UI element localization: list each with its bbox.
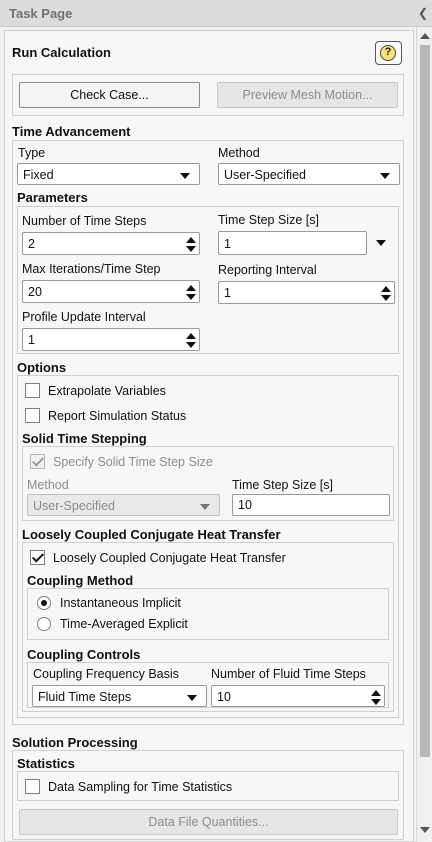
- scroll-up-icon[interactable]: [420, 33, 430, 39]
- type-select-value: Fixed: [23, 168, 54, 182]
- time-advancement-title: Time Advancement: [12, 124, 131, 139]
- data-sampling-label: Data Sampling for Time Statistics: [48, 780, 233, 794]
- data-file-quantities-button[interactable]: Data File Quantities...: [19, 809, 398, 835]
- num-fluid-steps-label: Number of Fluid Time Steps: [211, 667, 366, 681]
- solid-step-size-value: 10: [238, 498, 252, 512]
- time-averaged-explicit-label: Time-Averaged Explicit: [60, 617, 188, 631]
- coupling-frequency-select[interactable]: Fluid Time Steps: [32, 685, 207, 707]
- collapse-icon[interactable]: ❮: [418, 6, 428, 20]
- solution-processing-title: Solution Processing: [12, 735, 138, 750]
- spinner-up-icon[interactable]: [186, 285, 196, 291]
- spinner-up-icon[interactable]: [186, 237, 196, 243]
- chevron-down-icon: [187, 695, 197, 701]
- reporting-interval-label: Reporting Interval: [218, 263, 317, 277]
- report-simulation-status-label: Report Simulation Status: [48, 409, 187, 423]
- reporting-interval-value: 1: [224, 286, 231, 300]
- type-select[interactable]: Fixed: [17, 163, 200, 185]
- spinner-down-icon[interactable]: [186, 294, 196, 300]
- help-icon: ?: [380, 45, 396, 61]
- time-step-size-input[interactable]: 1: [218, 231, 367, 255]
- solid-method-label: Method: [27, 478, 69, 492]
- extrapolate-variables-checkbox[interactable]: [25, 383, 40, 398]
- spinner-down-icon[interactable]: [186, 342, 196, 348]
- solid-step-size-label: Time Step Size [s]: [232, 478, 333, 492]
- report-simulation-status-checkbox[interactable]: [25, 408, 40, 423]
- check-case-button[interactable]: Check Case...: [19, 82, 200, 108]
- solid-time-stepping-title: Solid Time Stepping: [22, 431, 147, 446]
- data-sampling-checkbox[interactable]: [25, 779, 40, 794]
- num-time-steps-value: 2: [28, 237, 35, 251]
- lcht-checkbox-label: Loosely Coupled Conjugate Heat Transfer: [53, 551, 286, 565]
- run-calculation-title: Run Calculation: [12, 45, 111, 60]
- spinner-down-icon[interactable]: [186, 246, 196, 252]
- method-select[interactable]: User-Specified: [218, 163, 400, 185]
- max-iterations-value: 20: [28, 285, 42, 299]
- lcht-checkbox[interactable]: [30, 550, 45, 565]
- time-averaged-explicit-radio[interactable]: [37, 617, 51, 631]
- time-step-size-value: 1: [224, 237, 231, 251]
- spinner-up-icon[interactable]: [371, 690, 381, 696]
- lcht-title: Loosely Coupled Conjugate Heat Transfer: [22, 527, 281, 542]
- instantaneous-implicit-radio[interactable]: [37, 596, 51, 610]
- max-iterations-label: Max Iterations/Time Step: [22, 262, 161, 276]
- instantaneous-implicit-label: Instantaneous Implicit: [60, 596, 181, 610]
- solid-step-size-input[interactable]: 10: [232, 494, 390, 516]
- type-label: Type: [18, 146, 46, 160]
- num-time-steps-label: Number of Time Steps: [22, 214, 147, 228]
- specify-solid-time-step-checkbox[interactable]: [30, 454, 45, 469]
- scroll-down-icon[interactable]: [420, 827, 430, 833]
- chevron-down-icon: [180, 173, 190, 179]
- coupling-frequency-label: Coupling Frequency Basis: [33, 667, 179, 681]
- time-step-size-label: Time Step Size [s]: [218, 213, 319, 227]
- parameters-title: Parameters: [17, 190, 88, 205]
- chevron-down-icon[interactable]: [376, 240, 386, 246]
- statistics-title: Statistics: [17, 756, 75, 771]
- spinner-down-icon[interactable]: [371, 699, 381, 705]
- extrapolate-variables-label: Extrapolate Variables: [48, 384, 166, 398]
- preview-mesh-motion-button[interactable]: Preview Mesh Motion...: [217, 82, 398, 108]
- num-fluid-steps-value: 10: [217, 690, 231, 704]
- spinner-up-icon[interactable]: [381, 286, 391, 292]
- profile-update-value: 1: [28, 333, 35, 347]
- options-title: Options: [17, 360, 67, 375]
- profile-update-spinner[interactable]: 1: [22, 328, 200, 351]
- coupling-frequency-value: Fluid Time Steps: [38, 690, 132, 704]
- help-button[interactable]: ?: [375, 41, 402, 65]
- vertical-scrollbar[interactable]: [416, 27, 432, 842]
- coupling-controls-title: Coupling Controls: [27, 647, 141, 662]
- scrollbar-thumb[interactable]: [420, 45, 430, 757]
- task-page-header: Task Page ❮: [0, 0, 432, 27]
- num-fluid-steps-spinner[interactable]: 10: [211, 685, 385, 707]
- solid-method-value: User-Specified: [33, 499, 115, 513]
- task-page-title: Task Page: [9, 6, 73, 21]
- max-iterations-spinner[interactable]: 20: [22, 280, 200, 303]
- num-time-steps-spinner[interactable]: 2: [22, 232, 200, 255]
- specify-solid-time-step-label: Specify Solid Time Step Size: [53, 455, 213, 469]
- solid-method-select[interactable]: User-Specified: [27, 494, 220, 516]
- method-label: Method: [218, 146, 260, 160]
- spinner-up-icon[interactable]: [186, 333, 196, 339]
- spinner-down-icon[interactable]: [381, 295, 391, 301]
- chevron-down-icon: [380, 173, 390, 179]
- method-select-value: User-Specified: [224, 168, 306, 182]
- profile-update-label: Profile Update Interval: [22, 310, 146, 324]
- coupling-method-title: Coupling Method: [27, 573, 134, 588]
- reporting-interval-spinner[interactable]: 1: [218, 281, 395, 304]
- chevron-down-icon: [200, 504, 210, 510]
